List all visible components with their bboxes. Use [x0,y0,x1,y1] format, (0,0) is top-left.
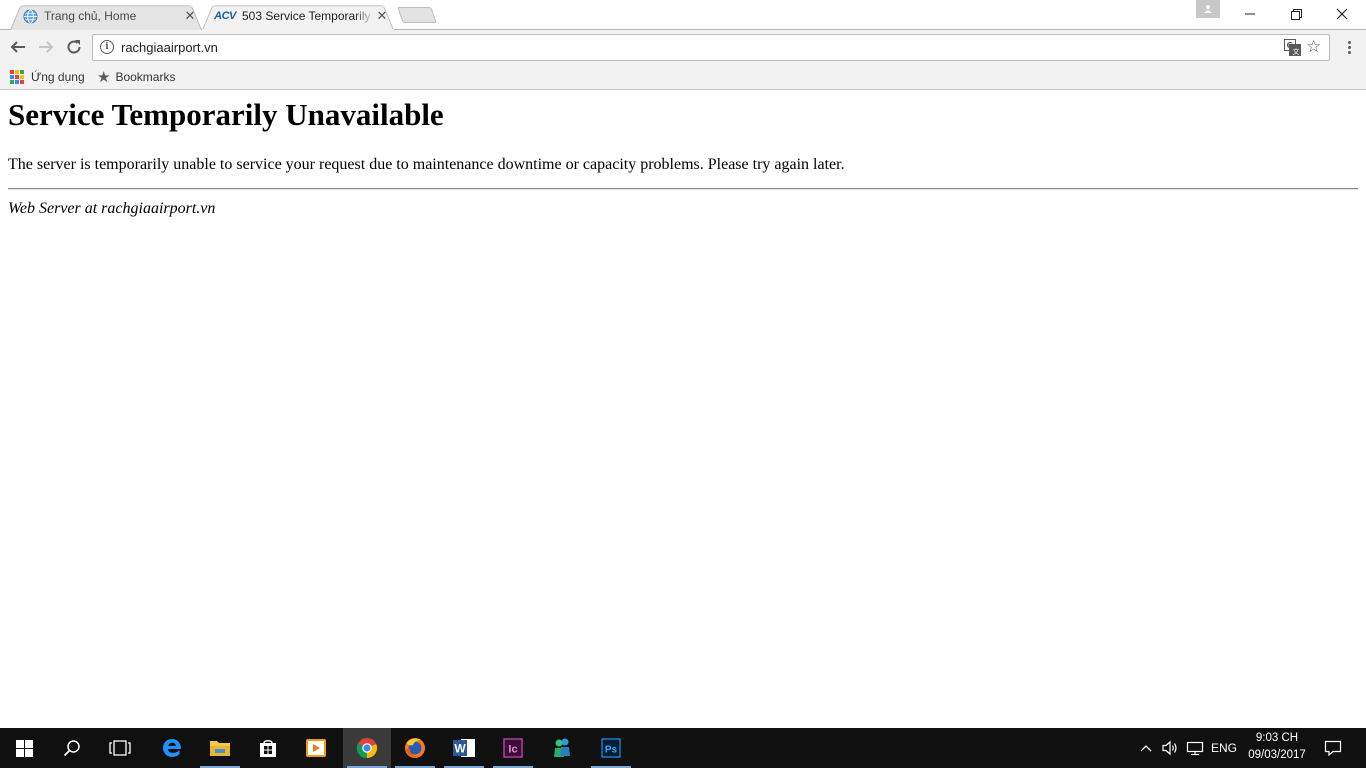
firefox-icon[interactable] [391,728,439,768]
clock[interactable]: 9:03 CH 09/03/2017 [1246,730,1308,766]
incopy-icon[interactable]: Ic [489,728,537,768]
edge-icon[interactable] [148,728,196,768]
url-text[interactable]: rachgiaairport.vn [121,40,218,55]
search-icon[interactable] [48,728,96,768]
back-button[interactable] [6,35,30,59]
divider [8,188,1358,190]
volume-icon[interactable] [1158,728,1182,768]
network-icon[interactable] [1183,728,1207,768]
file-explorer-icon[interactable] [196,728,244,768]
tab-title: 503 Service Temporarily Unavailable [242,9,374,23]
photoshop-icon[interactable]: Ps [587,728,635,768]
globe-favicon-icon [22,8,38,24]
tab-trang-chu[interactable]: Trang chủ, Home ✕ [6,2,206,30]
error-message: The server is temporarily unable to serv… [8,156,845,173]
restore-button[interactable] [1273,0,1319,28]
apps-grid-icon [10,70,24,84]
translate-icon[interactable]: G 文 [1284,39,1301,56]
forward-arrow-icon [39,41,54,53]
tab-strip: Trang chủ, Home ✕ ACV 503 Service Tempor… [0,0,1366,31]
action-center-icon[interactable] [1318,728,1348,768]
close-icon[interactable]: ✕ [374,8,390,24]
chrome-icon[interactable] [343,728,391,768]
acv-favicon-icon: ACV [214,10,236,22]
language-indicator[interactable]: ENG [1208,728,1240,768]
network-users-icon[interactable] [538,728,586,768]
user-profile-icon[interactable] [1196,0,1220,18]
bookmark-star-icon[interactable]: ☆ [1306,37,1324,57]
page-title: Service Temporarily Unavailable [8,97,444,132]
server-signature: Web Server at rachgiaairport.vn [8,200,216,217]
bookmark-apps[interactable]: Ứng dụng [10,67,85,87]
page-content: Service Temporarily Unavailable The serv… [0,91,1366,728]
new-tab-button[interactable] [397,7,437,23]
tab-503-service[interactable]: ACV 503 Service Temporarily Unavailable … [198,2,398,31]
tab-title: Trang chủ, Home [44,9,137,23]
close-window-button[interactable] [1319,0,1365,28]
forward-button[interactable] [34,35,58,59]
photoshop-letters: Ps [605,745,618,756]
task-view-icon[interactable] [96,728,144,768]
chrome-menu-button[interactable] [1337,35,1361,59]
taskbar: W Ic Ps ENG 9:03 CH 09/03/2017 [0,728,1366,768]
close-icon[interactable]: ✕ [182,8,198,24]
info-icon[interactable]: i [100,40,114,54]
word-icon[interactable]: W [440,728,488,768]
word-letter: W [454,742,466,756]
svg-text:文: 文 [1293,47,1300,56]
address-bar[interactable]: i rachgiaairport.vn G 文 ☆ [92,34,1330,61]
store-icon[interactable] [244,728,292,768]
media-player-icon[interactable] [292,728,340,768]
browser-toolbar: i rachgiaairport.vn G 文 ☆ [0,30,1366,64]
bookmark-folder[interactable]: ★ Bookmarks [97,67,175,87]
chevron-up-icon[interactable] [1136,728,1156,768]
star-folder-icon: ★ [97,69,111,86]
incopy-letters: Ic [508,744,517,756]
clock-date: 09/03/2017 [1248,749,1306,761]
bookmark-label: Bookmarks [115,70,176,84]
reload-button[interactable] [62,35,86,59]
back-arrow-icon [10,41,25,53]
minimize-button[interactable] [1227,0,1273,28]
bookmark-label: Ứng dụng [31,70,85,84]
reload-icon [67,40,81,54]
bookmarks-bar: Ứng dụng ★ Bookmarks [0,64,1366,90]
clock-time: 9:03 CH [1255,732,1299,744]
start-icon[interactable] [0,728,48,768]
